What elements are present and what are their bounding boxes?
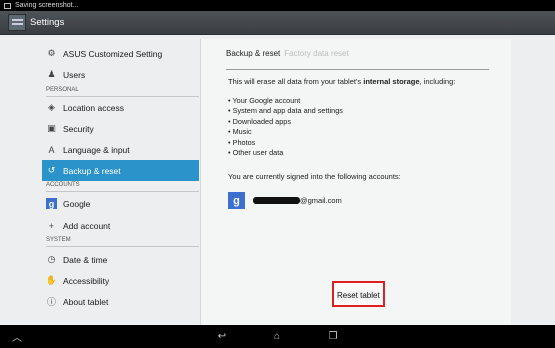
sidebar-item-label: Google — [63, 198, 91, 209]
sidebar-item-label: Accessibility — [63, 275, 110, 286]
sidebar-item-label: Backup & reset — [63, 165, 121, 176]
sidebar-item-date-time[interactable]: ◷ Date & time — [42, 249, 199, 270]
status-bar: Saving screenshot... — [0, 0, 555, 11]
action-bar: Settings — [0, 11, 555, 35]
list-item: • Your Google account — [228, 96, 301, 105]
signed-in-text: You are currently signed into the follow… — [228, 172, 401, 181]
home-icon[interactable]: ⌂ — [270, 329, 284, 343]
backup-icon: ↺ — [47, 165, 56, 175]
settings-app-icon[interactable] — [8, 14, 26, 31]
navigation-bar: ︿ ↩ ⌂ ❐ — [0, 325, 555, 348]
sidebar-item-add-account[interactable]: + Add account — [42, 215, 199, 236]
sidebar-item-asus[interactable]: ⚙ ASUS Customized Setting — [42, 43, 199, 64]
sidebar-item-label: Location access — [63, 102, 124, 113]
back-icon[interactable]: ↩ — [215, 329, 229, 343]
recent-apps-icon[interactable]: ❐ — [326, 329, 340, 343]
user-icon: ♟ — [47, 69, 56, 79]
chevron-up-icon[interactable]: ︿ — [10, 329, 24, 344]
sidebar-item-users[interactable]: ♟ Users — [42, 64, 199, 85]
erase-warning: This will erase all data from your table… — [228, 77, 455, 86]
warning-prefix: This will erase all data from your table… — [228, 77, 364, 86]
sidebar-item-backup[interactable]: ↺ Backup & reset — [42, 160, 199, 181]
list-item: • Music — [228, 127, 252, 137]
clock-icon: ◷ — [47, 254, 56, 264]
sidebar-item-label: About tablet — [63, 296, 109, 307]
sidebar-item-label: Add account — [63, 220, 111, 231]
erase-list: • Your Google account • System and app d… — [228, 96, 343, 158]
warning-suffix: , including: — [419, 77, 456, 86]
warning-bold: internal storage — [363, 77, 420, 86]
sidebar-item-location[interactable]: ◈ Location access — [42, 97, 199, 118]
google-icon: g — [46, 198, 57, 209]
section-header-system: SYSTEM — [46, 237, 199, 247]
sidebar-item-security[interactable]: ▣ Security — [42, 118, 199, 139]
page-title: Settings — [30, 17, 65, 28]
sidebar-item-accessibility[interactable]: ✋ Accessibility — [42, 270, 199, 291]
info-icon: ⓘ — [46, 297, 56, 307]
sidebar-item-language[interactable]: A Language & input — [42, 139, 199, 160]
divider — [226, 69, 489, 70]
list-item: • Photos — [228, 137, 256, 147]
account-email: @gmail.com — [300, 196, 342, 205]
sidebar-item-label: Date & time — [63, 254, 108, 265]
sidebar-item-google[interactable]: g Google — [42, 193, 199, 214]
breadcrumb-next: Factory data reset — [284, 49, 349, 58]
sidebar-item-label: Users — [63, 69, 86, 80]
location-icon: ◈ — [48, 102, 55, 112]
lock-icon: ▣ — [47, 123, 56, 133]
screenshot-icon — [4, 2, 11, 9]
breadcrumb: Backup & reset Factory data reset — [226, 49, 349, 58]
list-item: • System and app data and settings — [228, 106, 343, 116]
sidebar-item-label: Language & input — [63, 144, 130, 155]
section-header-personal: PERSONAL — [46, 87, 199, 97]
settings-sidebar: ⚙ ASUS Customized Setting ♟ Users PERSON… — [0, 35, 200, 325]
detail-panel: Backup & reset Factory data reset This w… — [200, 39, 511, 325]
plus-icon: + — [48, 220, 55, 231]
section-header-accounts: ACCOUNTS — [46, 182, 199, 192]
list-item: • Other user data — [228, 148, 284, 158]
gear-icon: ⚙ — [47, 48, 56, 58]
sidebar-item-label: Security — [63, 123, 94, 134]
sidebar-item-label: ASUS Customized Setting — [63, 48, 163, 59]
sidebar-item-about[interactable]: ⓘ About tablet — [42, 291, 199, 312]
hand-icon: ✋ — [45, 275, 58, 285]
breadcrumb-current[interactable]: Backup & reset — [226, 49, 280, 58]
reset-highlight: Reset tablet — [332, 281, 385, 307]
account-row: g @gmail.com — [228, 192, 342, 209]
redacted-username — [253, 197, 300, 204]
google-icon: g — [228, 192, 245, 209]
list-item: • Downloaded apps — [228, 116, 291, 126]
content-area: ⚙ ASUS Customized Setting ♟ Users PERSON… — [0, 35, 555, 325]
language-icon: A — [48, 144, 55, 155]
reset-tablet-button[interactable]: Reset tablet — [337, 291, 380, 300]
status-text: Saving screenshot... — [15, 2, 79, 9]
